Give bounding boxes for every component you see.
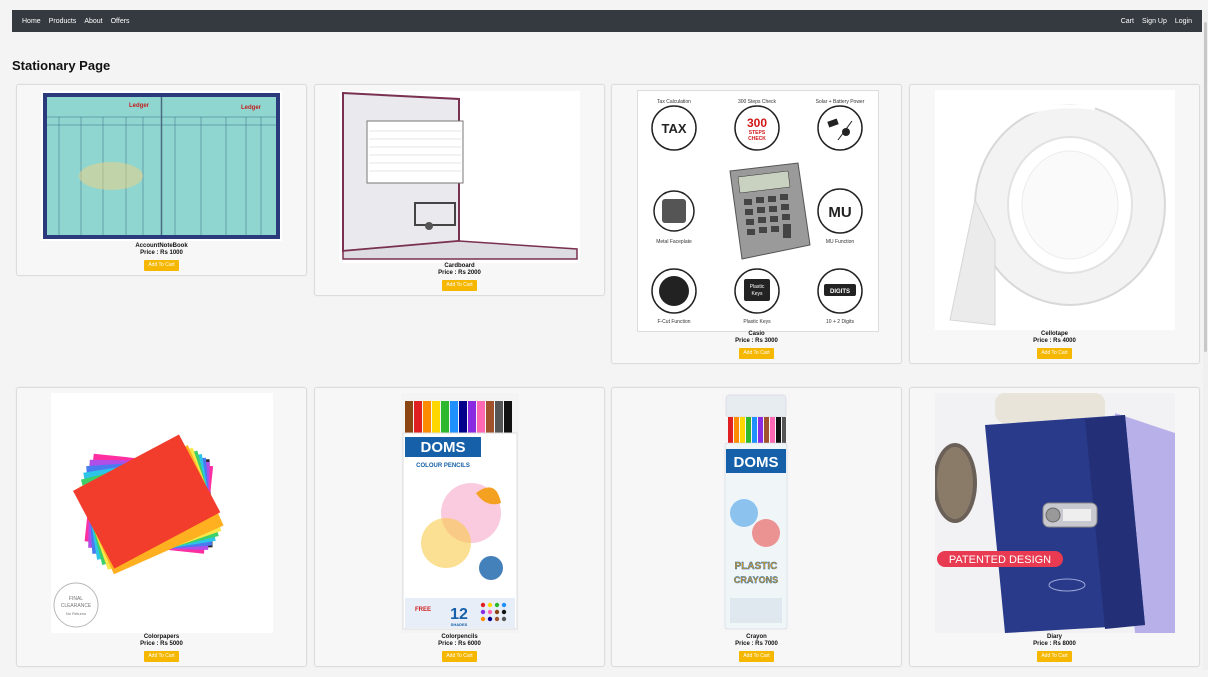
nav-login-link[interactable]: Login <box>1171 18 1196 25</box>
product-name: Cellotape <box>1040 331 1068 337</box>
product-image-diary: PATENTED DESIGN <box>935 393 1175 633</box>
product-image-cardboard <box>339 91 580 263</box>
add-to-cart-button[interactable]: Add To Cart <box>1037 348 1072 359</box>
plastic-text: PLASTIC <box>735 561 778 572</box>
doms-brand-text: DOMS <box>421 439 466 456</box>
scrollbar-thumb[interactable] <box>1204 22 1207 352</box>
add-to-cart-button[interactable]: Add To Cart <box>442 280 477 291</box>
doms-crayon-brand-text: DOMS <box>734 454 779 471</box>
stamp-line2: CLEARANCE <box>61 603 92 609</box>
nav-cart-link[interactable]: Cart <box>1117 18 1138 25</box>
product-name: Crayon <box>746 634 767 640</box>
page-scrollbar[interactable] <box>1203 10 1208 670</box>
product-price: Price : Rs 6000 <box>438 641 481 647</box>
product-card-diary: PATENTED DESIGN Diary Price : Rs 8000 Ad… <box>909 387 1200 667</box>
product-card-accountnotebook: Ledger Ledger AccountNoteBook Price : Rs… <box>16 84 307 276</box>
feature-faceplate-label: Metal Faceplate <box>656 239 692 245</box>
add-to-cart-button[interactable]: Add To Cart <box>144 260 179 271</box>
add-to-cart-button[interactable]: Add To Cart <box>1037 651 1072 662</box>
product-card-casio: Tax Calculation 300 Steps Check Solar + … <box>611 84 902 364</box>
digits-badge: DIGITS <box>830 289 850 295</box>
nav-home-link[interactable]: Home <box>18 18 45 25</box>
product-name: Casio <box>748 331 765 337</box>
plastic-keys-badge-line1: Plastic <box>750 284 765 290</box>
stamp-line1: FINAL <box>69 596 83 602</box>
product-price: Price : Rs 5000 <box>140 641 183 647</box>
final-clearance-stamp: FINAL CLEARANCE No Returns <box>53 582 99 628</box>
product-info-crayon: Crayon Price : Rs 7000 Add To Cart <box>612 634 901 662</box>
feature-steps-label: 300 Steps Check <box>738 99 777 105</box>
patented-design-banner: PATENTED DESIGN <box>949 554 1051 566</box>
nav-products-link[interactable]: Products <box>45 18 81 25</box>
shades-text: SHADES <box>451 622 468 627</box>
steps-badge-number: 300 <box>747 116 767 130</box>
stamp-line3: No Returns <box>66 611 86 616</box>
feature-mu-label: MU Function <box>826 239 855 245</box>
product-name: Diary <box>1046 634 1062 640</box>
colour-pencils-text: COLOUR PENCILS <box>416 463 470 469</box>
shades-number: 12 <box>450 606 468 623</box>
product-price: Price : Rs 3000 <box>735 338 778 344</box>
feature-plastic-keys-label: Plastic Keys <box>743 319 771 325</box>
product-card-colorpapers: FINAL CLEARANCE No Returns Colorpapers P… <box>16 387 307 667</box>
product-info-cardboard: Cardboard Price : Rs 2000 Add To Cart <box>315 263 604 291</box>
nav-offers-link[interactable]: Offers <box>107 18 134 25</box>
tax-badge: TAX <box>661 121 686 136</box>
free-offer-text: FREE <box>415 607 431 613</box>
ledger-heading-left: Ledger <box>129 103 150 109</box>
product-name: Colorpencils <box>441 634 478 640</box>
product-info-colorpencils: Colorpencils Price : Rs 6000 Add To Cart <box>315 634 604 662</box>
product-price: Price : Rs 1000 <box>140 250 183 256</box>
product-price: Price : Rs 8000 <box>1033 641 1076 647</box>
product-info-accountnotebook: AccountNoteBook Price : Rs 1000 Add To C… <box>17 243 306 271</box>
page-title: Stationary Page <box>12 58 111 73</box>
product-card-crayon: DOMS PLASTIC CRAYONS Crayon Price : Rs 7… <box>611 387 902 667</box>
crayons-text: CRAYONS <box>734 575 778 585</box>
product-card-cardboard: Cardboard Price : Rs 2000 Add To Cart <box>314 84 605 296</box>
product-name: Cardboard <box>444 263 475 269</box>
product-name: AccountNoteBook <box>135 243 188 249</box>
top-navbar: Home Products About Offers Cart Sign Up … <box>12 10 1202 32</box>
product-price: Price : Rs 4000 <box>1033 338 1076 344</box>
add-to-cart-button[interactable]: Add To Cart <box>739 651 774 662</box>
nav-about-link[interactable]: About <box>80 18 106 25</box>
feature-solar-label: Solar + Battery Power <box>816 99 865 105</box>
product-price: Price : Rs 7000 <box>735 641 778 647</box>
product-info-casio: Casio Price : Rs 3000 Add To Cart <box>612 331 901 359</box>
product-info-diary: Diary Price : Rs 8000 Add To Cart <box>910 634 1199 662</box>
product-info-colorpapers: Colorpapers Price : Rs 5000 Add To Cart <box>17 634 306 662</box>
nav-signup-link[interactable]: Sign Up <box>1138 18 1171 25</box>
product-image-colorpencils: DOMS COLOUR PENCILS FREE 12 SHADES <box>401 393 519 633</box>
feature-tax-label: Tax Calculation <box>657 99 691 105</box>
mu-badge: MU <box>828 204 851 221</box>
nav-left: Home Products About Offers <box>12 18 140 25</box>
product-image-colorpapers: FINAL CLEARANCE No Returns <box>51 393 273 633</box>
nav-right: Cart Sign Up Login <box>1111 18 1202 25</box>
product-card-cellotape: Cellotape Price : Rs 4000 Add To Cart <box>909 84 1200 364</box>
add-to-cart-button[interactable]: Add To Cart <box>144 651 179 662</box>
calculator-illustration <box>729 162 811 260</box>
product-image-accountnotebook: Ledger Ledger <box>41 91 282 241</box>
product-price: Price : Rs 2000 <box>438 270 481 276</box>
ledger-heading-right: Ledger <box>241 105 262 111</box>
feature-fcut-label: F-Cut Function <box>657 319 690 325</box>
product-image-crayon: DOMS PLASTIC CRAYONS <box>722 393 790 633</box>
product-image-casio: Tax Calculation 300 Steps Check Solar + … <box>637 90 879 332</box>
add-to-cart-button[interactable]: Add To Cart <box>739 348 774 359</box>
product-image-cellotape <box>935 90 1175 330</box>
product-card-colorpencils: DOMS COLOUR PENCILS FREE 12 SHADES Color… <box>314 387 605 667</box>
feature-digits-label: 10 + 2 Digits <box>826 319 854 325</box>
product-name: Colorpapers <box>143 634 180 640</box>
add-to-cart-button[interactable]: Add To Cart <box>442 651 477 662</box>
plastic-keys-badge-line2: Keys <box>751 291 763 297</box>
check-badge-text: CHECK <box>748 136 766 142</box>
product-info-cellotape: Cellotape Price : Rs 4000 Add To Cart <box>910 331 1199 359</box>
